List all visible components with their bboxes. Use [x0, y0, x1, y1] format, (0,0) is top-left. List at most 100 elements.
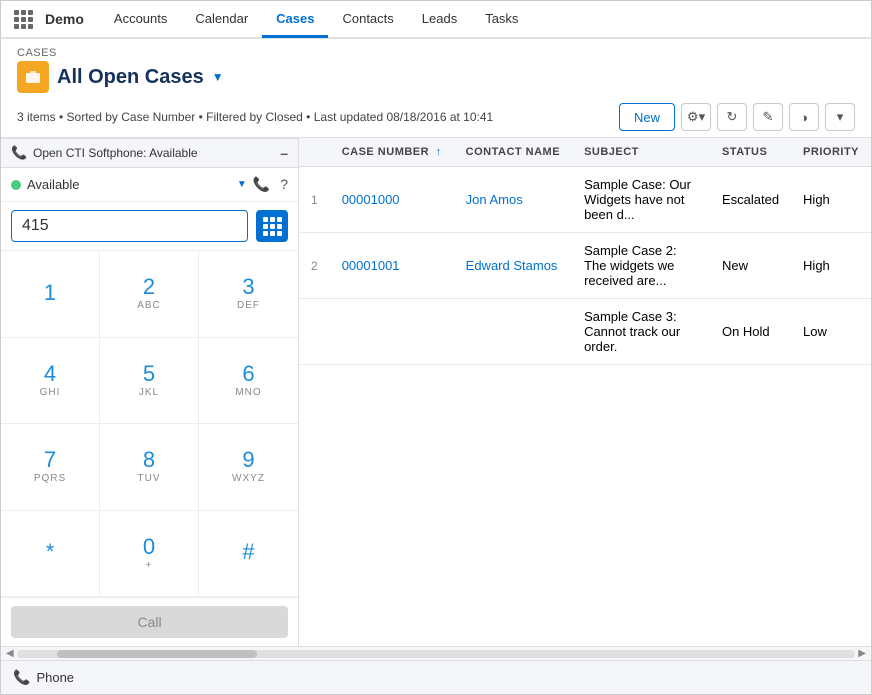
subject-1: Sample Case: Our Widgets have not been d… [572, 167, 710, 233]
cases-table: CASE NUMBER ↑ CONTACT NAME SUBJECT STATU… [299, 138, 871, 365]
dial-input[interactable] [11, 210, 248, 242]
app-container: Demo Accounts Calendar Cases Contacts Le… [0, 0, 872, 695]
case-number-1[interactable]: 00001000 [330, 167, 454, 233]
priority-3: Low [791, 299, 871, 365]
key-9[interactable]: 9 WXYZ [199, 424, 298, 511]
key-2[interactable]: 2 ABC [100, 251, 199, 338]
chart-icon: ◑ [800, 110, 808, 125]
dial-input-row [1, 202, 298, 251]
table-header-row: CASE NUMBER ↑ CONTACT NAME SUBJECT STATU… [299, 138, 871, 167]
page-title-row: All Open Cases ▼ [17, 61, 855, 93]
contact-name-1[interactable]: Jon Amos [454, 167, 572, 233]
cti-header: 📞 Open CTI Softphone: Available – [1, 139, 298, 168]
cti-status-text: Available [27, 177, 231, 192]
nav-tab-contacts[interactable]: Contacts [328, 2, 407, 38]
contact-name-3 [454, 299, 572, 365]
key-hash[interactable]: # [199, 511, 298, 598]
phone-bar[interactable]: 📞 Phone [1, 660, 871, 694]
priority-1: High [791, 167, 871, 233]
key-4[interactable]: 4 GHI [1, 338, 100, 425]
breadcrumb: CASES [17, 47, 855, 59]
edit-button[interactable]: ✎ [753, 103, 783, 131]
toolbar-actions: New ⚙▾ ↻ ✎ ◑ ▾ [619, 103, 855, 131]
cti-panel: 📞 Open CTI Softphone: Available – Availa… [1, 138, 299, 646]
page-header: CASES All Open Cases ▼ [1, 39, 871, 97]
cti-minimize-button[interactable]: – [280, 146, 288, 160]
gear-icon: ⚙ [687, 109, 699, 125]
table-area: 📞 Open CTI Softphone: Available – Availa… [1, 138, 871, 646]
nav-tab-cases[interactable]: Cases [262, 2, 328, 38]
keypad-dots-icon [263, 217, 282, 236]
subject-3: Sample Case 3: Cannot track our order. [572, 299, 710, 365]
key-8[interactable]: 8 TUV [100, 424, 199, 511]
table-row: Sample Case 3: Cannot track our order. O… [299, 299, 871, 365]
row-num-2: 2 [299, 233, 330, 299]
settings-button[interactable]: ⚙▾ [681, 103, 711, 131]
key-5[interactable]: 5 JKL [100, 338, 199, 425]
new-button[interactable]: New [619, 103, 675, 131]
chart-button[interactable]: ◑ [789, 103, 819, 131]
table-row: 2 00001001 Edward Stamos Sample Case 2: … [299, 233, 871, 299]
cases-icon [17, 61, 49, 93]
title-dropdown-arrow[interactable]: ▼ [212, 70, 224, 84]
bottom-scrollbar[interactable]: ◀ ▶ [1, 646, 871, 660]
col-num [299, 138, 330, 167]
key-1[interactable]: 1 [1, 251, 100, 338]
main-content: CASES All Open Cases ▼ 3 items • Sorted … [1, 39, 871, 694]
call-button[interactable]: Call [11, 606, 288, 638]
status-3: On Hold [710, 299, 791, 365]
app-brand: Demo [45, 11, 84, 27]
key-7[interactable]: 7 PQRS [1, 424, 100, 511]
col-status[interactable]: STATUS [710, 138, 791, 167]
status-1: Escalated [710, 167, 791, 233]
grid-dots-icon [14, 10, 33, 29]
filter-button[interactable]: ▾ [825, 103, 855, 131]
row-num-3 [299, 299, 330, 365]
key-3[interactable]: 3 DEF [199, 251, 298, 338]
cti-status-dropdown[interactable]: ▼ [237, 179, 247, 190]
col-priority[interactable]: PRIORITY [791, 138, 871, 167]
key-star[interactable]: * [1, 511, 100, 598]
col-case-number[interactable]: CASE NUMBER ↑ [330, 138, 454, 167]
scroll-thumb[interactable] [57, 650, 257, 658]
scroll-left-arrow[interactable]: ◀ [3, 648, 17, 659]
nav-tab-tasks[interactable]: Tasks [471, 2, 532, 38]
cti-phone-call-icon[interactable]: 📞 [253, 176, 270, 193]
pencil-icon: ✎ [763, 109, 774, 125]
scroll-right-arrow[interactable]: ▶ [855, 648, 869, 659]
phone-bar-icon: 📞 [13, 669, 30, 686]
page-title: All Open Cases [57, 66, 204, 89]
phone-bar-label: Phone [36, 670, 74, 685]
filter-icon: ▾ [837, 109, 844, 125]
nav-tab-accounts[interactable]: Accounts [100, 2, 181, 38]
row-num-1: 1 [299, 167, 330, 233]
toolbar-info: 3 items • Sorted by Case Number • Filter… [17, 110, 493, 124]
cti-help-icon[interactable]: ? [280, 176, 288, 193]
key-0[interactable]: 0 + [100, 511, 199, 598]
case-number-3 [330, 299, 454, 365]
toolbar-row: 3 items • Sorted by Case Number • Filter… [1, 97, 871, 138]
cti-icons: 📞 ? [253, 176, 288, 193]
nav-tabs: Accounts Calendar Cases Contacts Leads T… [100, 1, 533, 37]
col-subject[interactable]: SUBJECT [572, 138, 710, 167]
nav-tab-calendar[interactable]: Calendar [181, 2, 262, 38]
key-6[interactable]: 6 MNO [199, 338, 298, 425]
refresh-icon: ↻ [727, 109, 738, 125]
cti-title: Open CTI Softphone: Available [33, 146, 280, 160]
refresh-button[interactable]: ↻ [717, 103, 747, 131]
nav-tab-leads[interactable]: Leads [408, 2, 471, 38]
main-panel: CASE NUMBER ↑ CONTACT NAME SUBJECT STATU… [299, 138, 871, 646]
scroll-track[interactable] [17, 650, 856, 658]
cti-phone-icon: 📞 [11, 145, 27, 161]
contact-name-2[interactable]: Edward Stamos [454, 233, 572, 299]
top-nav: Demo Accounts Calendar Cases Contacts Le… [1, 1, 871, 39]
app-grid-icon[interactable] [9, 5, 37, 33]
status-dot [11, 180, 21, 190]
subject-2: Sample Case 2: The widgets we received a… [572, 233, 710, 299]
table-row: 1 00001000 Jon Amos Sample Case: Our Wid… [299, 167, 871, 233]
sort-arrow-icon: ↑ [436, 146, 442, 158]
col-contact-name[interactable]: CONTACT NAME [454, 138, 572, 167]
cti-status-row: Available ▼ 📞 ? [1, 168, 298, 202]
keypad-toggle-button[interactable] [256, 210, 288, 242]
case-number-2[interactable]: 00001001 [330, 233, 454, 299]
